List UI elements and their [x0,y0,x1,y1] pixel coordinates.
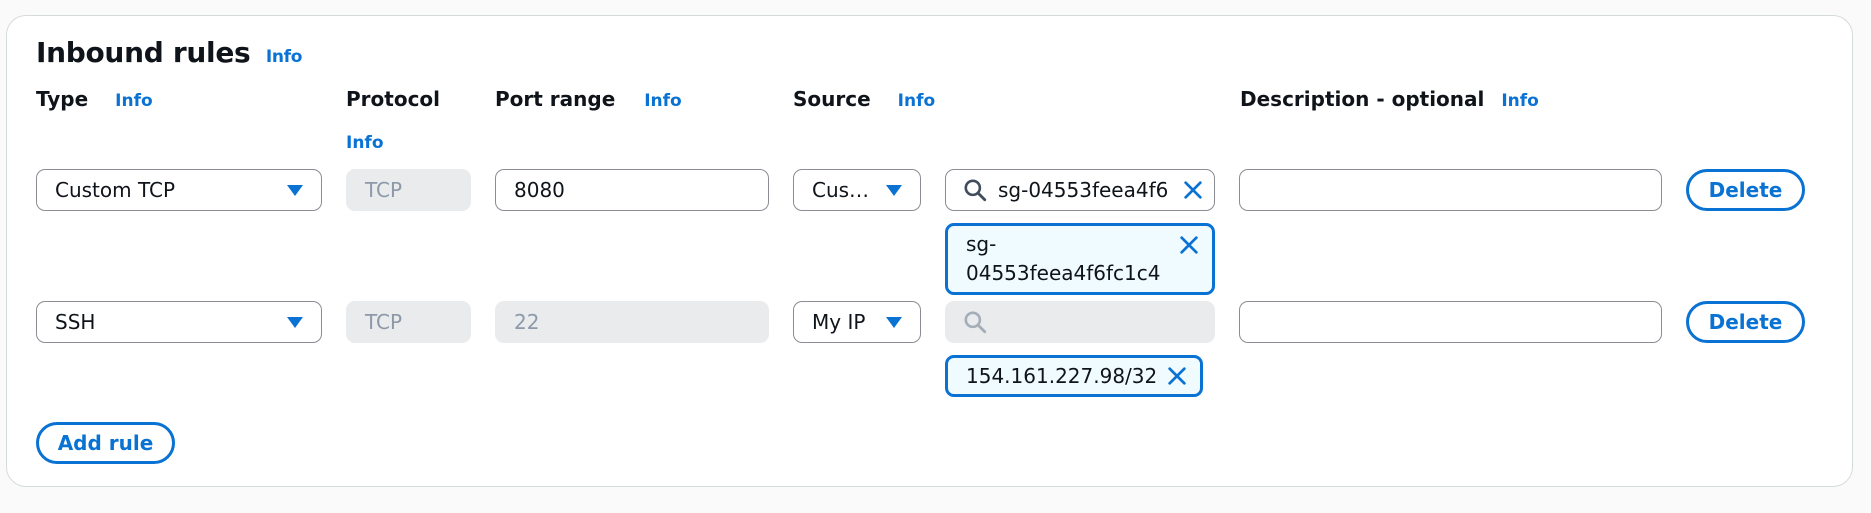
rule-2-type-value: SSH [55,310,96,334]
rule-1-description-input[interactable] [1239,169,1662,211]
source-info-link[interactable]: Info [898,91,936,111]
rule-1-type-value: Custom TCP [55,178,176,202]
rule-2-description-input[interactable] [1239,301,1662,343]
rule-1-source-token-line1: sg- [966,232,997,256]
rule-2-protocol-field: TCP [346,301,471,343]
rule-2-type-select[interactable]: SSH [36,301,322,343]
rule-2-port-range-field: 22 [495,301,769,343]
search-icon [964,311,987,334]
rule-1-delete-button[interactable]: Delete [1686,169,1805,211]
search-icon [964,179,987,202]
rule-1-type-select[interactable]: Custom TCP [36,169,322,211]
type-info-link[interactable]: Info [115,91,153,111]
caret-down-icon [886,184,902,196]
rule-2-source-search-input [945,301,1215,343]
port-range-info-link[interactable]: Info [644,91,682,111]
remove-token-icon[interactable] [1166,365,1188,387]
caret-down-icon [287,184,303,196]
rule-1-source-token-line2: 04553feea4f6fc1c4 [966,261,1161,285]
caret-down-icon [886,316,902,328]
header-source: Source Info [793,87,935,111]
protocol-info-link[interactable]: Info [346,133,384,153]
header-type-label: Type [36,87,89,111]
rule-1-protocol-field: TCP [346,169,471,211]
rule-1-source-search-value: sg-04553feea4f6 [998,178,1169,202]
header-type: Type Info [36,87,153,111]
rule-2-source-type-select[interactable]: My IP [793,301,921,343]
remove-token-icon[interactable] [1178,234,1200,256]
add-rule-button[interactable]: Add rule [36,422,175,464]
caret-down-icon [287,316,303,328]
rule-2-source-type-value: My IP [812,310,866,334]
header-protocol: Protocol [346,87,441,111]
rule-2-source-token: 154.161.227.98/32 [945,355,1203,397]
description-info-link[interactable]: Info [1501,91,1539,111]
header-description-label: Description - optional [1240,87,1485,111]
rule-1-source-type-select[interactable]: Cus… [793,169,921,211]
header-port-range-label: Port range [495,87,616,111]
header-port-range: Port range Info [495,87,682,111]
rule-2-delete-button[interactable]: Delete [1686,301,1805,343]
rule-1-port-range-input[interactable]: 8080 [495,169,769,211]
header-description: Description - optional Info [1240,87,1539,111]
rule-1-source-type-value: Cus… [812,178,870,202]
rule-1-source-token: sg- 04553feea4f6fc1c4 [945,223,1215,295]
rule-1-source-search-input[interactable]: sg-04553feea4f6 [945,169,1215,211]
section-info-link[interactable]: Info [266,47,303,67]
inbound-rules-panel [6,15,1853,487]
clear-icon[interactable] [1182,179,1204,201]
section-title-text: Inbound rules [36,36,251,69]
header-source-label: Source [793,87,871,111]
rule-2-source-token-value: 154.161.227.98/32 [966,364,1158,388]
section-title: Inbound rules Info [36,36,302,69]
